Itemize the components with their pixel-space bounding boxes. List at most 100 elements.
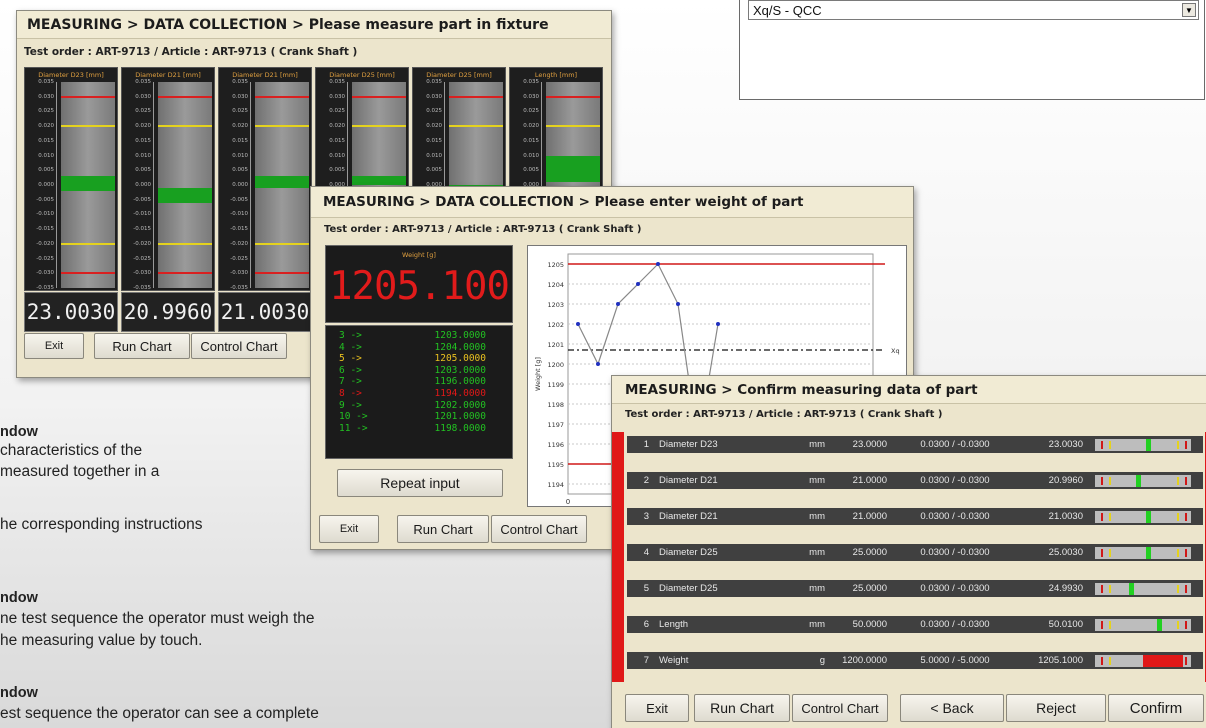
- measure-window-title: MEASURING > DATA COLLECTION > Please mea…: [17, 11, 611, 39]
- row-number: 2: [643, 475, 649, 486]
- section-line: measured together in a: [0, 463, 160, 480]
- gauge-tick-label: 0.035: [135, 79, 151, 85]
- section-line: ne test sequence the operator must weigh…: [0, 610, 315, 627]
- gauge-tick-label: 0.030: [523, 93, 539, 100]
- gauge-tick-label: -0.020: [36, 240, 54, 247]
- limit-marker: [1176, 620, 1179, 629]
- section-line: he corresponding instructions: [0, 516, 203, 533]
- section-heading-1: ndow: [0, 424, 38, 440]
- reject-button[interactable]: Reject: [1006, 694, 1106, 722]
- gauge-tick-label: -0.015: [230, 226, 248, 233]
- gauge-tick-label: 0.010: [38, 152, 54, 159]
- tolerance-indicator: [1095, 546, 1191, 559]
- unit: mm: [809, 511, 825, 522]
- y-tick-label: 1202: [547, 321, 564, 329]
- weight-data-point: [596, 362, 600, 366]
- gauge-tick-label: 0.025: [426, 108, 442, 115]
- chart-type-value: Xq/S - QCC: [753, 3, 822, 18]
- chart-type-select[interactable]: Xq/S - QCC ▼: [748, 0, 1199, 20]
- run-chart-button[interactable]: Run Chart: [397, 515, 489, 543]
- weight-window-subtitle: Test order : ART-9713 / Article : ART-97…: [324, 224, 642, 235]
- exit-button[interactable]: Exit: [24, 333, 84, 359]
- tolerance: 0.0300 / -0.0300: [920, 511, 990, 522]
- tolerance-indicator: [1095, 474, 1191, 487]
- confirm-row[interactable]: 7 Weight g 1200.0000 5.0000 / -5.0000 1205.10…: [627, 652, 1203, 669]
- confirm-row[interactable]: 4 Diameter D25 mm 25.0000 0.0300 / -0.0300 25…: [627, 544, 1203, 561]
- measured-marker: [1145, 546, 1151, 559]
- section-heading-3: ndow: [0, 685, 38, 701]
- limit-marker: [1176, 476, 1179, 485]
- history-index: 11 ->: [339, 422, 368, 434]
- gauge-title: Diameter D21 [mm]: [135, 71, 201, 79]
- measured-value: 1205.1000: [1038, 655, 1083, 666]
- confirm-row[interactable]: 1 Diameter D23 mm 23.0000 0.0300 / -0.0300 23…: [627, 436, 1203, 453]
- gauge-tick-label: 0.025: [135, 108, 151, 115]
- confirm-row[interactable]: 3 Diameter D21 mm 21.0000 0.0300 / -0.0300 21…: [627, 508, 1203, 525]
- run-chart-button[interactable]: Run Chart: [694, 694, 790, 722]
- gauge-bar: [158, 82, 212, 288]
- confirm-row[interactable]: 5 Diameter D25 mm 25.0000 0.0300 / -0.0300 24…: [627, 580, 1203, 597]
- chevron-down-icon[interactable]: ▼: [1182, 3, 1196, 17]
- alarm-fill: [1143, 654, 1183, 667]
- gauge-tick-label: -0.035: [230, 285, 248, 291]
- y-tick-label: 1201: [547, 341, 564, 349]
- exit-button[interactable]: Exit: [625, 694, 689, 722]
- tolerance-limit-line: [449, 95, 503, 98]
- y-tick-label: 1204: [547, 281, 564, 289]
- gauge-bar: [61, 82, 115, 288]
- weight-data-point: [636, 282, 640, 286]
- history-index: 6 ->: [339, 364, 362, 376]
- history-row: 7 -> 1196.0000: [326, 376, 512, 388]
- control-chart-button[interactable]: Control Chart: [491, 515, 587, 543]
- gauge-reading: 21.0030: [218, 292, 312, 332]
- row-number: 3: [643, 511, 649, 522]
- confirm-row[interactable]: 6 Length mm 50.0000 0.0300 / -0.0300 50.0100: [627, 616, 1203, 633]
- characteristic-name: Length: [659, 619, 689, 630]
- unit: mm: [809, 547, 825, 558]
- characteristic-name: Diameter D23: [659, 439, 718, 450]
- history-index: 9 ->: [339, 399, 362, 411]
- y-tick-label: 1205: [547, 261, 564, 269]
- exit-button[interactable]: Exit: [319, 515, 379, 543]
- unit: mm: [809, 619, 825, 630]
- confirm-row[interactable]: 2 Diameter D21 mm 21.0000 0.0300 / -0.0300 20…: [627, 472, 1203, 489]
- control-chart-button[interactable]: Control Chart: [191, 333, 287, 359]
- weight-history-list: 3 -> 1203.0000 4 -> 1204.0000 5 -> 1205.0000 6…: [325, 325, 513, 459]
- history-value: 1202.0000: [434, 399, 486, 411]
- gauge-tick-label: 0.015: [38, 137, 54, 144]
- limit-marker: [1100, 620, 1103, 629]
- weight-data-point: [676, 302, 680, 306]
- row-number: 4: [643, 547, 649, 558]
- limit-marker: [1109, 440, 1112, 449]
- limit-marker: [1109, 584, 1112, 593]
- gauge-tick-label: -0.020: [230, 240, 248, 247]
- control-chart-button[interactable]: Control Chart: [792, 694, 888, 722]
- limit-marker: [1176, 512, 1179, 521]
- nominal-value: 21.0000: [852, 511, 887, 522]
- warning-limit-line: [61, 125, 115, 128]
- warning-limit-line: [158, 125, 212, 128]
- nominal-value: 21.0000: [852, 475, 887, 486]
- characteristic-name: Diameter D21: [659, 511, 718, 522]
- repeat-input-button[interactable]: Repeat input: [337, 469, 503, 497]
- gauge-tick-label: -0.030: [36, 270, 54, 277]
- gauge-tick-label: 0.015: [135, 137, 151, 144]
- limit-marker: [1176, 584, 1179, 593]
- y-tick-label: 1199: [547, 381, 564, 389]
- back-button[interactable]: < Back: [900, 694, 1004, 722]
- tolerance: 0.0300 / -0.0300: [920, 475, 990, 486]
- gauge-tick-label: 0.025: [523, 108, 539, 115]
- measured-value: 50.0100: [1048, 619, 1083, 630]
- run-chart-button[interactable]: Run Chart: [94, 333, 190, 359]
- weight-data-point: [616, 302, 620, 306]
- weight-data-point: [656, 262, 660, 266]
- measured-value: 25.0030: [1048, 547, 1083, 558]
- tolerance: 0.0300 / -0.0300: [920, 619, 990, 630]
- limit-marker: [1100, 440, 1103, 449]
- weight-window-title: MEASURING > DATA COLLECTION > Please ent…: [311, 187, 913, 218]
- gauge-tick-label: 0.005: [523, 167, 539, 174]
- history-value: 1203.0000: [434, 330, 486, 341]
- confirm-button[interactable]: Confirm: [1108, 694, 1204, 722]
- gauge-tick-label: 0.010: [329, 152, 345, 159]
- y-axis-label: Weight [g]: [534, 357, 542, 391]
